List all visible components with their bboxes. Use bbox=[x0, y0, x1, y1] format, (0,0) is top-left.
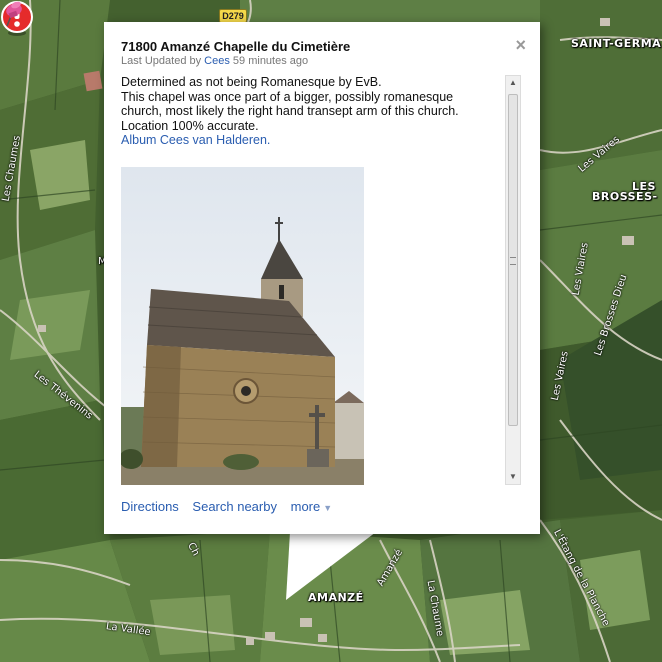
description-line: church, most likely the right hand trans… bbox=[121, 104, 459, 118]
info-window: × 71800 Amanzé Chapelle du Cimetière Las… bbox=[104, 22, 540, 534]
search-nearby-link[interactable]: Search nearby bbox=[192, 499, 277, 514]
description-line: Location 100% accurate. bbox=[121, 118, 259, 133]
place-label-brosses: BROSSES- bbox=[592, 190, 658, 203]
directions-link[interactable]: Directions bbox=[121, 499, 179, 514]
more-label: more bbox=[290, 499, 321, 514]
scrollbar[interactable]: ▲ ▼ bbox=[505, 75, 521, 485]
chevron-down-icon: ▼ bbox=[323, 503, 333, 513]
info-window-pointer bbox=[286, 532, 376, 600]
route-shield-d279: D279 bbox=[219, 9, 247, 23]
author-link[interactable]: Cees bbox=[204, 55, 230, 67]
description-line: Determined as not being Romanesque by Ev… bbox=[121, 75, 382, 89]
chapel-photo[interactable] bbox=[121, 167, 364, 485]
description-line: This chapel was once part of a bigger, p… bbox=[121, 89, 454, 104]
updated-prefix: Last Updated by bbox=[121, 55, 205, 67]
info-actions: Directions Search nearby more ▼ bbox=[121, 499, 352, 514]
last-updated: Last Updated by Cees 59 minutes ago bbox=[121, 55, 308, 67]
place-title: 71800 Amanzé Chapelle du Cimetière bbox=[121, 39, 351, 54]
scroll-up-arrow-icon[interactable]: ▲ bbox=[506, 76, 520, 90]
scroll-thumb[interactable] bbox=[508, 94, 518, 426]
scroll-grip-icon bbox=[510, 257, 516, 265]
close-icon[interactable]: × bbox=[515, 36, 526, 54]
pushpin-icon[interactable] bbox=[0, 0, 24, 28]
info-body[interactable]: Determined as not being Romanesque by Ev… bbox=[121, 75, 499, 485]
scroll-down-arrow-icon[interactable]: ▼ bbox=[506, 470, 520, 484]
place-label-saint-germain: SAINT-GERMA bbox=[571, 37, 662, 50]
album-link[interactable]: Album Cees van Halderen. bbox=[121, 133, 270, 147]
more-link[interactable]: more ▼ bbox=[291, 499, 343, 514]
updated-suffix: 59 minutes ago bbox=[229, 55, 309, 67]
